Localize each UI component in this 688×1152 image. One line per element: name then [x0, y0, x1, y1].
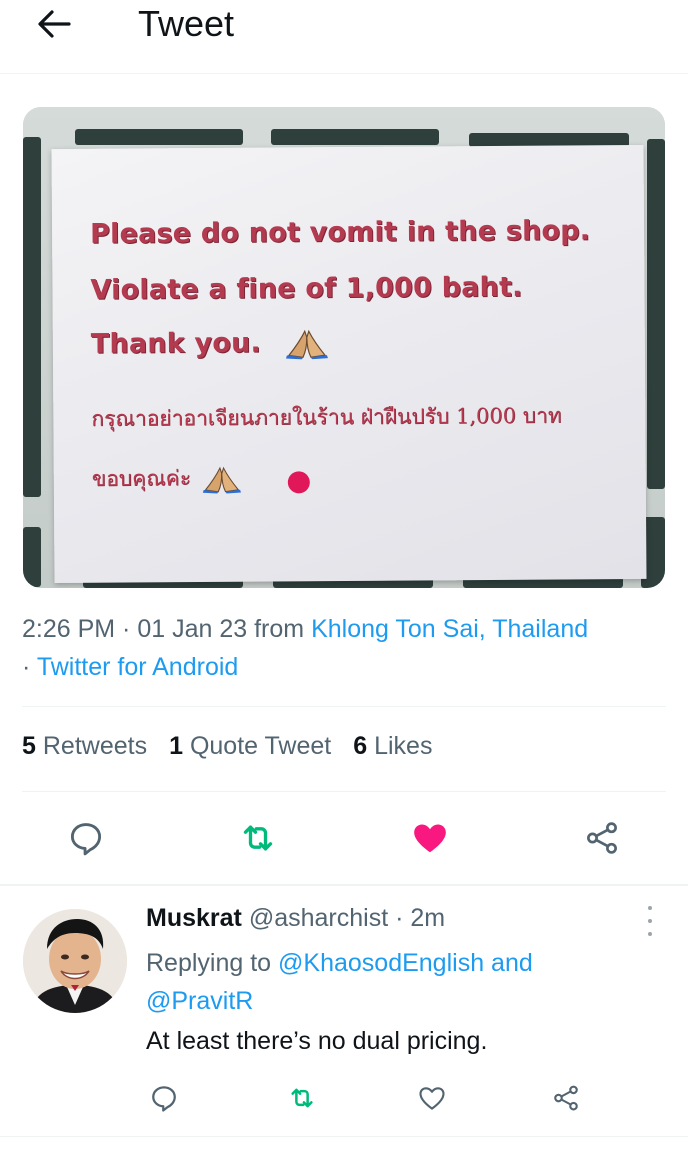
- meta-separator: ·: [388, 904, 411, 932]
- header-bar: Tweet: [0, 0, 688, 74]
- mention-link[interactable]: @KhaosodEnglish: [278, 949, 484, 977]
- red-dot-sticker: [287, 471, 310, 494]
- sign-thai-line-1: กรุณาอย่าอาเจียนภายในร้าน ฝ่าฝืนปรับ 1,0…: [91, 403, 562, 431]
- meta-separator: ·: [22, 653, 37, 681]
- retweet-icon: [291, 1088, 313, 1108]
- divider: [0, 1136, 688, 1137]
- glass-brick: [75, 129, 243, 145]
- sign-thai-line-2: ขอบคุณค่ะ: [92, 462, 242, 496]
- more-dot: [648, 919, 652, 923]
- divider: [0, 884, 688, 886]
- sign-paper: Please do not vomit in the shop. Violate…: [51, 144, 647, 584]
- tweet-photo[interactable]: Please do not vomit in the shop. Violate…: [23, 107, 665, 588]
- tweet-location-link[interactable]: Khlong Ton Sai, Thailand: [311, 615, 588, 643]
- more-dot: [648, 906, 652, 910]
- divider: [22, 706, 666, 707]
- replying-to-label: Replying to: [146, 949, 279, 977]
- tweet-stats: 5 Retweets 1 Quote Tweet 6 Likes: [22, 732, 432, 761]
- like-button[interactable]: [406, 816, 454, 860]
- folded-hands-icon: [285, 329, 328, 359]
- reply-author-handle[interactable]: @asharchist: [249, 904, 388, 932]
- retweets-count: 5: [22, 732, 36, 760]
- heart-outline-icon: [419, 1087, 445, 1110]
- share-button[interactable]: [578, 816, 626, 860]
- glass-brick: [271, 129, 439, 145]
- back-button[interactable]: [34, 6, 74, 42]
- reply-time: 2m: [410, 904, 446, 932]
- quotes-count: 1: [169, 732, 183, 760]
- more-options-button[interactable]: [640, 906, 660, 936]
- arrow-left-icon: [38, 10, 71, 38]
- heart-filled-icon: [414, 824, 446, 853]
- meta-separator: ·: [115, 615, 138, 643]
- more-dot: [648, 932, 652, 936]
- sign-text-line-2: Violate a fine of 1,000 baht.: [90, 271, 523, 306]
- glass-brick: [23, 527, 41, 587]
- retweet-button[interactable]: [234, 816, 282, 860]
- share-icon: [587, 822, 617, 854]
- sign-text-line-3-label: Thank you.: [90, 327, 262, 360]
- folded-hands-icon: [202, 466, 241, 494]
- reply-share-button[interactable]: [548, 1080, 584, 1116]
- divider: [22, 791, 666, 792]
- tweet-date: 01 Jan 23: [137, 615, 248, 643]
- likes-stat[interactable]: 6 Likes: [353, 732, 432, 760]
- avatar-image: [23, 909, 127, 1013]
- sign-text-line-1: Please do not vomit in the shop.: [89, 215, 591, 250]
- reply-text: At least there’s no dual pricing.: [146, 1027, 488, 1055]
- retweets-stat[interactable]: 5 Retweets: [22, 732, 147, 760]
- from-label: from: [247, 615, 312, 643]
- sign-text-line-3: Thank you.: [91, 327, 329, 360]
- share-icon: [554, 1085, 578, 1111]
- replying-to: Replying to @KhaosodEnglish and @PravitR: [146, 944, 646, 1020]
- tweet-time: 2:26 PM: [22, 615, 116, 643]
- page-title: Tweet: [138, 3, 235, 44]
- glass-brick: [23, 137, 41, 497]
- reply-icon: [70, 823, 102, 856]
- reply-like-button[interactable]: [414, 1080, 450, 1116]
- reply-retweet-button[interactable]: [284, 1080, 320, 1116]
- tweet-metadata: 2:26 PM · 01 Jan 23 from Khlong Ton Sai,…: [22, 610, 672, 686]
- quotes-stat[interactable]: 1 Quote Tweet: [169, 732, 331, 760]
- glass-brick: [647, 139, 665, 489]
- mention-link[interactable]: @PravitR: [146, 987, 253, 1015]
- avatar[interactable]: [23, 909, 127, 1013]
- and-label: and: [484, 949, 533, 977]
- likes-count: 6: [353, 732, 368, 760]
- sign-thai-line-2-label: ขอบคุณค่ะ: [91, 466, 192, 491]
- reply-icon: [152, 1086, 176, 1112]
- retweets-label: Retweets: [42, 732, 148, 760]
- likes-label: Likes: [374, 732, 433, 760]
- reply-button[interactable]: [62, 816, 110, 860]
- retweet-icon: [243, 825, 273, 851]
- reply-header: Muskrat @asharchist · 2m: [146, 904, 445, 933]
- reply-author-name[interactable]: Muskrat: [146, 904, 242, 932]
- reply-reply-button[interactable]: [146, 1080, 182, 1116]
- quotes-label: Quote Tweet: [189, 732, 332, 760]
- tweet-client-link[interactable]: Twitter for Android: [37, 653, 238, 681]
